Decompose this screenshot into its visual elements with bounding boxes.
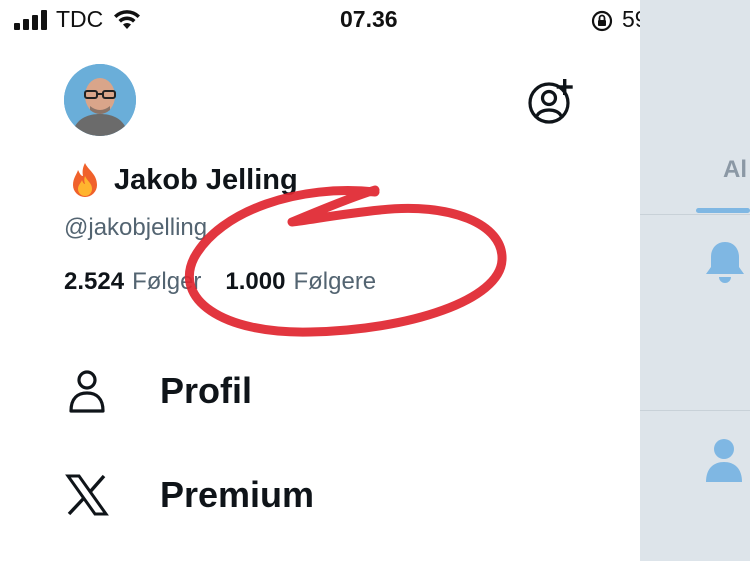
background-screen-statusbar bbox=[640, 0, 750, 44]
profile-name-row[interactable]: Jakob Jelling bbox=[68, 162, 298, 198]
person-outline-icon bbox=[69, 370, 105, 413]
wifi-icon bbox=[114, 10, 140, 29]
background-tab-label: Al bbox=[723, 156, 747, 183]
avatar-photo bbox=[64, 64, 136, 136]
red-annotation-circle bbox=[184, 185, 507, 337]
menu-item-profile[interactable]: Profil bbox=[64, 368, 252, 414]
rotation-lock-icon bbox=[591, 10, 613, 32]
menu-label-premium: Premium bbox=[160, 474, 315, 515]
followers-stat[interactable]: 1.000 Følgere bbox=[225, 268, 376, 296]
background-screen[interactable] bbox=[640, 44, 750, 561]
add-account-icon[interactable] bbox=[527, 77, 575, 125]
tab-indicator bbox=[696, 208, 750, 213]
cellular-signal-icon bbox=[14, 10, 47, 30]
following-stat[interactable]: 2.524 Følger bbox=[64, 268, 201, 296]
followers-label: Følgere bbox=[293, 268, 377, 295]
notification-bell-icon bbox=[706, 242, 744, 283]
carrier-name: TDC bbox=[56, 6, 104, 32]
divider bbox=[640, 214, 750, 215]
menu-label-profile: Profil bbox=[160, 370, 253, 411]
user-handle: @jakobjelling bbox=[64, 214, 208, 241]
status-time: 07.36 bbox=[340, 6, 398, 32]
display-name: Jakob Jelling bbox=[114, 163, 298, 196]
follow-stats: 2.524 Følger 1.000 Følgere bbox=[64, 268, 400, 296]
menu-item-premium[interactable]: Premium bbox=[64, 472, 314, 518]
following-label: Følger bbox=[132, 268, 202, 295]
following-count: 2.524 bbox=[64, 268, 125, 295]
status-bar: TDC 07.36 59 % bbox=[0, 0, 750, 44]
person-icon bbox=[706, 439, 742, 482]
x-logo-icon bbox=[65, 474, 109, 516]
fire-icon bbox=[73, 163, 97, 197]
avatar[interactable] bbox=[64, 64, 136, 136]
divider bbox=[640, 410, 750, 411]
followers-count: 1.000 bbox=[225, 268, 286, 295]
